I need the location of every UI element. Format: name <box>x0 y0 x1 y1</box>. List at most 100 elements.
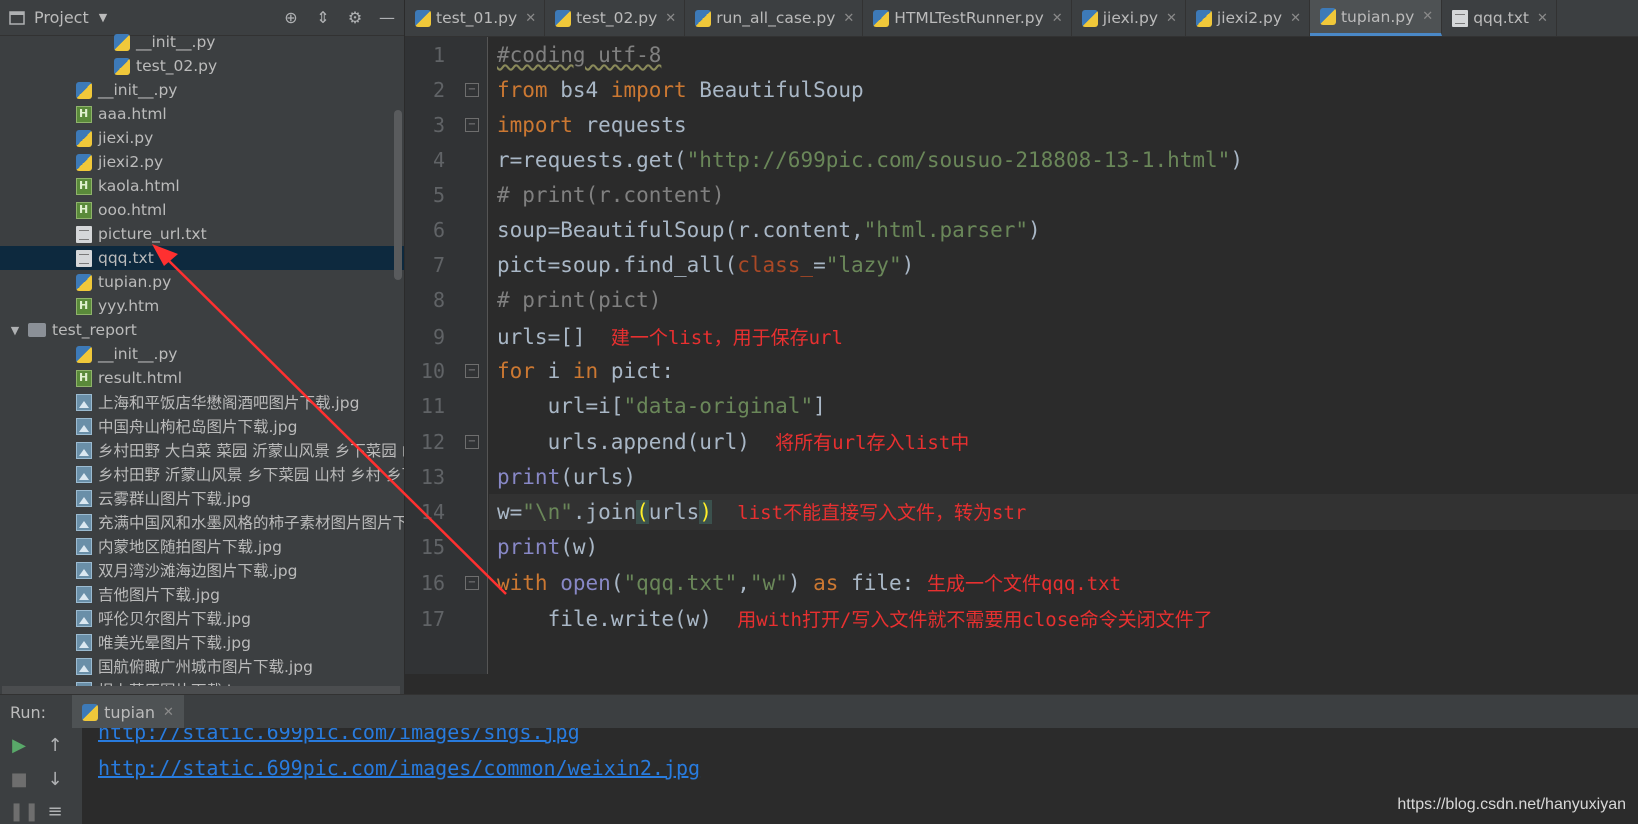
python-file-icon <box>114 57 130 75</box>
text-file-icon <box>76 225 92 243</box>
project-window-icon <box>8 9 26 27</box>
close-icon[interactable]: ✕ <box>1052 11 1063 26</box>
arrow-up-icon[interactable]: ↑ <box>45 736 65 756</box>
tree-item[interactable]: 唯美光晕图片下载.jpg <box>0 630 404 654</box>
line-number: 10 <box>420 359 445 383</box>
tree-item[interactable]: 内蒙地区随拍图片下载.jpg <box>0 534 404 558</box>
line-number: 4 <box>432 148 445 172</box>
editor-tab[interactable]: HTMLTestRunner.py ✕ <box>863 0 1072 36</box>
tree-item-label: 充满中国风和水墨风格的柿子素材图片图片下载 <box>98 514 405 532</box>
code-line-7: pict=soup.find_all(class_="lazy") <box>497 253 915 277</box>
fold-icon[interactable]: − <box>465 576 479 590</box>
tree-item-label: 吉他图片下载.jpg <box>98 586 220 604</box>
line-number: 13 <box>420 465 445 489</box>
editor-tab[interactable]: run_all_case.py ✕ <box>685 0 864 36</box>
tree-item[interactable]: aaa.html <box>0 102 404 126</box>
line-number: 8 <box>432 288 445 312</box>
gear-icon[interactable]: ⚙ <box>346 8 364 27</box>
run-tab-tupian[interactable]: tupian ✕ <box>72 695 184 729</box>
tree-item[interactable]: __init__.py <box>0 342 404 366</box>
code-area[interactable]: #coding utf-8 from bs4 import BeautifulS… <box>489 37 1638 674</box>
code-line-15: print(w) <box>497 535 599 559</box>
close-icon[interactable]: ✕ <box>1422 9 1433 24</box>
python-file-icon <box>76 273 92 291</box>
collapse-all-icon[interactable]: ⇕ <box>314 8 332 27</box>
fold-icon[interactable]: − <box>465 435 479 449</box>
console-link-2[interactable]: http://static.699pic.com/images/common/w… <box>98 756 700 780</box>
tree-item[interactable]: yyy.htm <box>0 294 404 318</box>
chevron-down-icon[interactable]: ▼ <box>99 11 107 24</box>
close-icon[interactable]: ✕ <box>665 11 676 26</box>
tree-item[interactable]: tupian.py <box>0 270 404 294</box>
tree-item[interactable]: 充满中国风和水墨风格的柿子素材图片图片下载 <box>0 510 404 534</box>
run-icon[interactable]: ▶ <box>9 736 29 756</box>
tree-item-label: kaola.html <box>98 177 180 195</box>
tree-item-label: tupian.py <box>98 273 172 291</box>
pause-icon[interactable]: ❚❚ <box>9 802 39 822</box>
html-file-icon <box>76 177 92 195</box>
tree-item[interactable]: 吉他图片下载.jpg <box>0 582 404 606</box>
tree-item[interactable]: picture_url.txt <box>0 222 404 246</box>
editor-tab[interactable]: qqq.txt ✕ <box>1442 0 1557 36</box>
editor-tab[interactable]: test_02.py ✕ <box>545 0 686 36</box>
code-line-12: urls.append(url) 将所有url存入list中 <box>497 430 970 454</box>
tree-item[interactable]: test_02.py <box>0 54 404 78</box>
tree-item[interactable]: 国航俯瞰广州城市图片下载.jpg <box>0 654 404 678</box>
close-icon[interactable]: ✕ <box>1537 11 1548 26</box>
tree-item[interactable]: 中国舟山枸杞岛图片下载.jpg <box>0 414 404 438</box>
project-horizontal-scrollbar[interactable] <box>2 686 400 694</box>
editor-tab[interactable]: jiexi.py ✕ <box>1072 0 1186 36</box>
editor-tabs: test_01.py ✕ test_02.py ✕ run_all_case.py ✕ HT… <box>405 0 1638 37</box>
console-link-1[interactable]: http://static.699pic.com/images/shgs.jpg <box>98 728 580 744</box>
line-number: 2 <box>432 78 445 102</box>
tree-item[interactable]: jiexi.py <box>0 126 404 150</box>
project-view-title[interactable]: Project <box>34 8 89 27</box>
tree-item[interactable]: 乡村田野 大白菜 菜园 沂蒙山风景 乡下菜园 山 <box>0 438 404 462</box>
tree-item[interactable]: 上海和平饭店华懋阁酒吧图片下载.jpg <box>0 390 404 414</box>
tree-item[interactable]: jiexi2.py <box>0 150 404 174</box>
text-file-icon <box>76 249 92 267</box>
project-panel: Project ▼ ⊕ ⇕ ⚙ — __init__.py test_02.py _… <box>0 0 405 694</box>
run-toolbar: ▶ ↑ ■ ↓ ❚❚ ≡ <box>0 728 82 824</box>
fold-icon[interactable]: − <box>465 83 479 97</box>
html-file-icon <box>76 105 92 123</box>
close-icon[interactable]: ✕ <box>1166 11 1177 26</box>
expand-icon[interactable]: ▼ <box>8 324 22 337</box>
tree-item-label: 唯美光晕图片下载.jpg <box>98 634 251 652</box>
soft-wrap-icon[interactable]: ≡ <box>45 802 65 822</box>
fold-icon[interactable]: − <box>465 364 479 378</box>
code-editor[interactable]: 1 2 3 4 5 6 7 8 9 10 11 12 13 14 15 16 17− − − − − #coding u… <box>405 37 1638 674</box>
close-icon[interactable]: ✕ <box>163 705 174 720</box>
python-file-icon <box>1081 9 1098 27</box>
tree-item-label: result.html <box>98 369 183 387</box>
tree-item[interactable]: 乡村田野 沂蒙山风景 乡下菜园 山村 乡村 乡下 <box>0 462 404 486</box>
html-file-icon <box>76 201 92 219</box>
close-icon[interactable]: ✕ <box>843 11 854 26</box>
hide-icon[interactable]: — <box>378 8 396 27</box>
python-file-icon <box>1319 8 1336 25</box>
editor-tab[interactable]: tupian.py ✕ <box>1309 0 1443 36</box>
tree-item[interactable]: 呼伦贝尔图片下载.jpg <box>0 606 404 630</box>
python-file-icon <box>873 9 890 27</box>
tree-item[interactable]: qqq.txt <box>0 246 404 270</box>
tree-item[interactable]: 双月湾沙滩海边图片下载.jpg <box>0 558 404 582</box>
tree-item[interactable]: __init__.py <box>0 30 404 54</box>
tree-item[interactable]: kaola.html <box>0 174 404 198</box>
project-scrollbar[interactable] <box>394 110 402 280</box>
editor-tab[interactable]: jiexi2.py ✕ <box>1186 0 1310 36</box>
tree-item[interactable]: 云雾群山图片下载.jpg <box>0 486 404 510</box>
locate-icon[interactable]: ⊕ <box>282 8 300 27</box>
tree-item[interactable]: result.html <box>0 366 404 390</box>
tree-item[interactable]: ooo.html <box>0 198 404 222</box>
fold-icon[interactable]: − <box>465 118 479 132</box>
tree-item[interactable]: ▼ test_report <box>0 318 404 342</box>
editor-tab[interactable]: test_01.py ✕ <box>405 0 546 36</box>
tree-item[interactable]: __init__.py <box>0 78 404 102</box>
stop-icon[interactable]: ■ <box>9 770 29 790</box>
close-icon[interactable]: ✕ <box>525 11 536 26</box>
close-icon[interactable]: ✕ <box>1290 11 1301 26</box>
text-file-icon <box>1452 9 1469 27</box>
watermark: https://blog.csdn.net/hanyuxiyan <box>1397 796 1626 813</box>
arrow-down-icon[interactable]: ↓ <box>45 770 65 790</box>
code-line-8: # print(pict) <box>497 288 662 312</box>
